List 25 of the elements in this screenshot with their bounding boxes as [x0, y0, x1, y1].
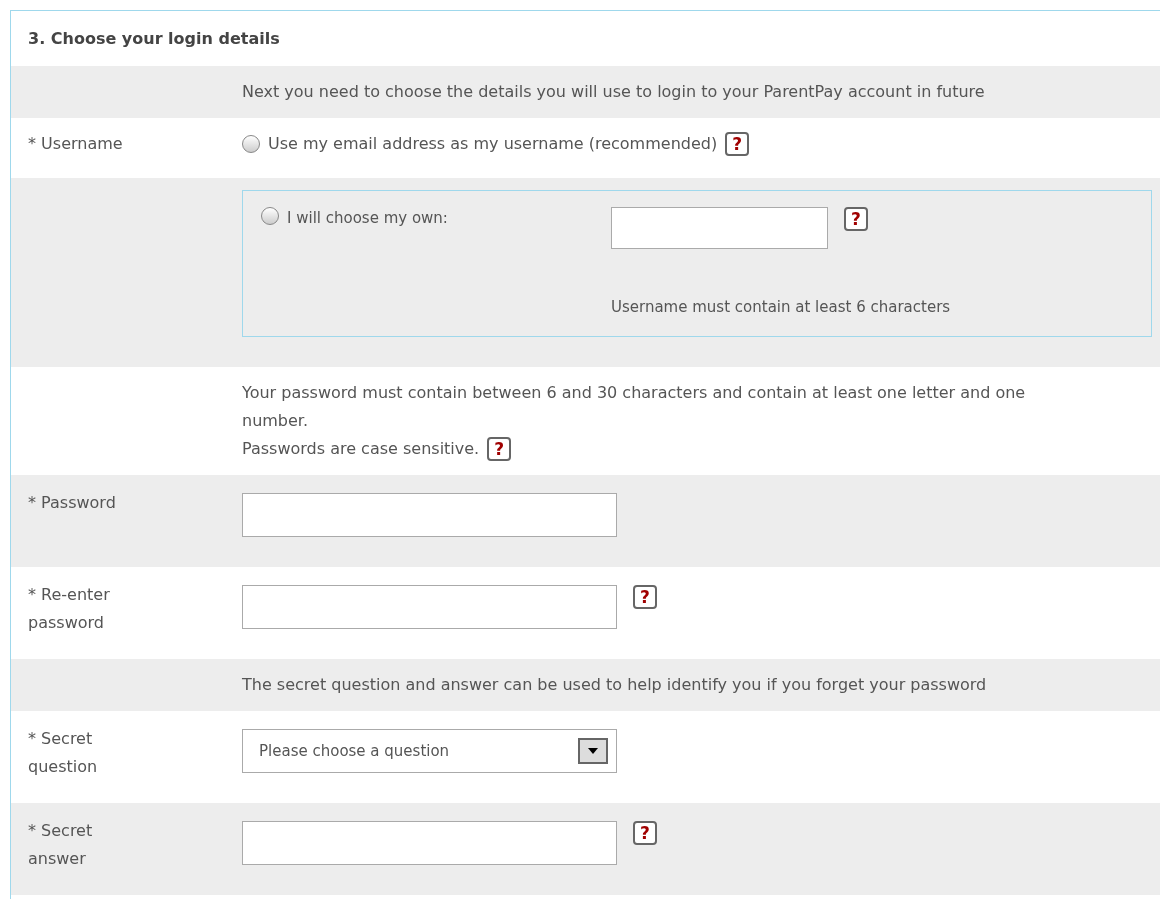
info-text: Passwords are case sensitive. — [242, 438, 480, 460]
field-label: * Password — [28, 492, 117, 514]
radio-button[interactable] — [242, 135, 260, 153]
input-field[interactable] — [242, 493, 617, 537]
field-label: * Secret question — [28, 728, 99, 778]
section-title: 3. Choose your login details — [28, 27, 280, 50]
info-text: The secret question and answer can be used to help identify you if you forget your password — [242, 674, 987, 696]
info-text: Your password must contain between 6 and 30 characters and contain at least one letter and one number. — [242, 382, 1027, 432]
radio-label[interactable]: Use my email address as my username (recommended) — [268, 132, 718, 156]
field-label: * Username — [28, 133, 124, 155]
field-label: * Secret answer — [28, 820, 94, 870]
input-field[interactable] — [242, 821, 617, 865]
help-icon[interactable]: ? — [633, 821, 657, 845]
field-label: * Re-enter password — [28, 584, 111, 634]
radio-label[interactable]: I will choose my own: — [287, 207, 448, 230]
help-icon[interactable]: ? — [725, 132, 750, 156]
hint-text: Username must contain at least 6 characters — [611, 297, 951, 318]
info-text: Next you need to choose the details you will use to login to your ParentPay account in future — [242, 81, 985, 103]
question-dropdown[interactable]: Please choose a question — [242, 729, 617, 773]
input-field[interactable] — [611, 207, 828, 249]
help-icon[interactable]: ? — [844, 207, 868, 231]
help-icon[interactable]: ? — [633, 585, 657, 609]
radio-button[interactable] — [261, 207, 279, 225]
help-icon[interactable]: ? — [487, 437, 512, 461]
input-field[interactable] — [242, 585, 617, 629]
